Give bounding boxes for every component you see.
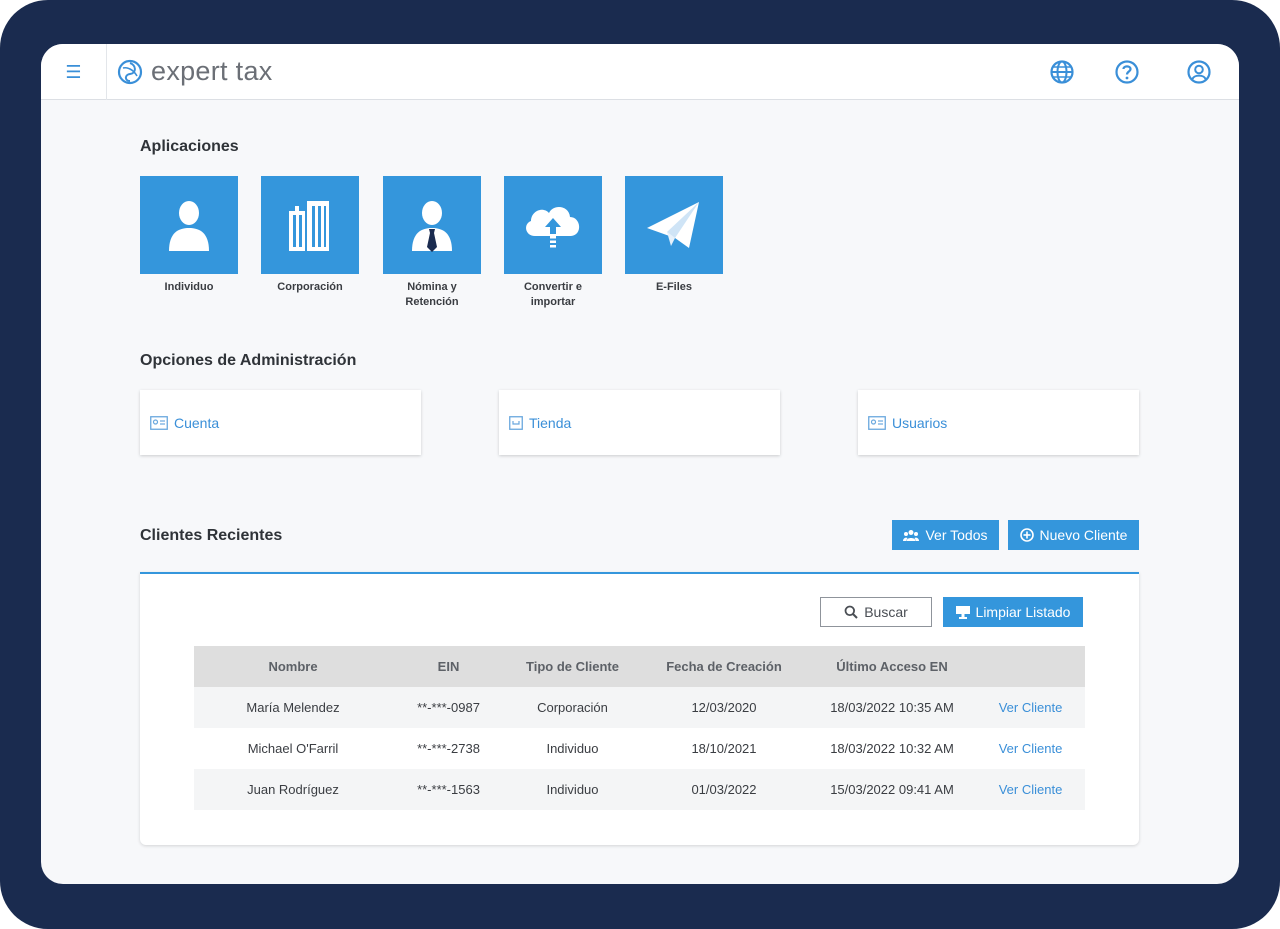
app-tile-label: Individuo [164,281,214,293]
table-header-row: Nombre EIN Tipo de Cliente Fecha de Crea… [194,646,1085,687]
search-button-label: Buscar [864,604,908,620]
users-group-icon [903,530,920,541]
paper-plane-icon [647,202,699,248]
app-tile-efiles[interactable]: E-Files [625,176,723,295]
cell-name: Michael O'Farril [247,741,339,756]
cell-type: Corporación [537,700,608,715]
app-screen: ☰ expert tax Aplicaciones Individuo Corp… [41,44,1239,884]
new-client-label: Nuevo Cliente [1039,527,1128,543]
id-card-icon [150,415,168,430]
hamburger-icon[interactable]: ☰ [41,44,107,100]
admin-card-cuenta[interactable]: Cuenta [140,390,421,455]
cell-ein: **-***-2738 [417,741,480,756]
cell-name: María Melendez [246,700,340,715]
app-tile-icon-box [140,176,238,274]
column-header-action [976,646,1085,687]
view-all-label: Ver Todos [925,527,988,543]
admin-card-label: Cuenta [174,414,220,431]
clear-list-button[interactable]: Limpiar Listado [943,597,1083,627]
column-header-name[interactable]: Nombre [194,646,392,687]
brand-logo[interactable]: expert tax [117,56,273,87]
app-tile-nomina[interactable]: Nómina y Retención [383,176,481,310]
app-tile-icon-box [261,176,359,274]
view-client-link[interactable]: Ver Cliente [976,728,1085,769]
column-header-created[interactable]: Fecha de Creación [640,646,808,687]
clients-title: Clientes Recientes [140,527,283,544]
table-row: María Melendez **-***-0987 Corporación 1… [194,687,1085,728]
users-card-icon [868,415,886,430]
employee-tie-icon [412,201,452,252]
view-client-link[interactable]: Ver Cliente [976,769,1085,810]
globe-icon[interactable] [1049,59,1075,85]
table-row: Michael O'Farril **-***-2738 Individuo 1… [194,728,1085,769]
cell-type: Individuo [546,782,599,797]
cell-ein: **-***-0987 [417,700,480,715]
applications-title: Aplicaciones [140,138,239,155]
cell-last-access: 18/03/2022 10:35 AM [830,700,954,715]
cell-created: 01/03/2022 [691,782,757,797]
column-header-last-access[interactable]: Último Acceso EN [808,646,976,687]
cell-last-access: 15/03/2022 09:41 AM [830,782,954,797]
admin-card-tienda[interactable]: Tienda [499,390,780,455]
cell-created: 18/10/2021 [691,741,757,756]
clear-list-label: Limpiar Listado [975,604,1071,620]
app-tile-convertir[interactable]: Convertir e importar [504,176,602,310]
column-header-type[interactable]: Tipo de Cliente [505,646,640,687]
device-frame: ☰ expert tax Aplicaciones Individuo Corp… [0,0,1280,929]
view-client-link[interactable]: Ver Cliente [976,687,1085,728]
app-tile-icon-box [504,176,602,274]
clients-table: Nombre EIN Tipo de Cliente Fecha de Crea… [194,646,1085,810]
store-icon [509,415,523,430]
cell-created: 12/03/2020 [691,700,757,715]
table-row: Juan Rodríguez **-***-1563 Individuo 01/… [194,769,1085,810]
expert-tax-logo-icon [117,59,143,84]
eraser-monitor-icon [955,605,970,619]
user-account-icon[interactable] [1186,59,1212,85]
cell-type: Individuo [546,741,599,756]
app-tile-individuo[interactable]: Individuo [140,176,238,295]
top-bar: ☰ expert tax [41,44,1239,100]
cloud-upload-icon [526,207,580,248]
plus-circle-icon [1019,528,1034,542]
search-icon [844,605,858,619]
column-header-ein[interactable]: EIN [392,646,505,687]
app-tile-corporacion[interactable]: Corporación [261,176,359,295]
brand-name: expert tax [151,56,273,86]
search-button[interactable]: Buscar [820,597,932,627]
help-icon[interactable] [1114,59,1140,85]
recent-clients-panel: Buscar Limpiar Listado Nombre EIN Tipo d… [140,572,1139,845]
app-tile-label: Corporación [277,281,343,293]
admin-card-usuarios[interactable]: Usuarios [858,390,1139,455]
app-tile-icon-box [383,176,481,274]
app-tile-label: Convertir e importar [523,281,583,308]
admin-card-label: Usuarios [892,414,948,431]
admin-title: Opciones de Administración [140,352,357,369]
app-tile-label: E-Files [655,281,693,293]
app-tile-icon-box [625,176,723,274]
cell-ein: **-***-1563 [417,782,480,797]
admin-card-label: Tienda [529,414,572,431]
person-icon [169,201,209,251]
app-tile-label: Nómina y Retención [405,281,459,308]
buildings-icon [289,201,329,251]
cell-name: Juan Rodríguez [247,782,339,797]
new-client-button[interactable]: Nuevo Cliente [1008,520,1139,550]
cell-last-access: 18/03/2022 10:32 AM [830,741,954,756]
view-all-button[interactable]: Ver Todos [892,520,999,550]
